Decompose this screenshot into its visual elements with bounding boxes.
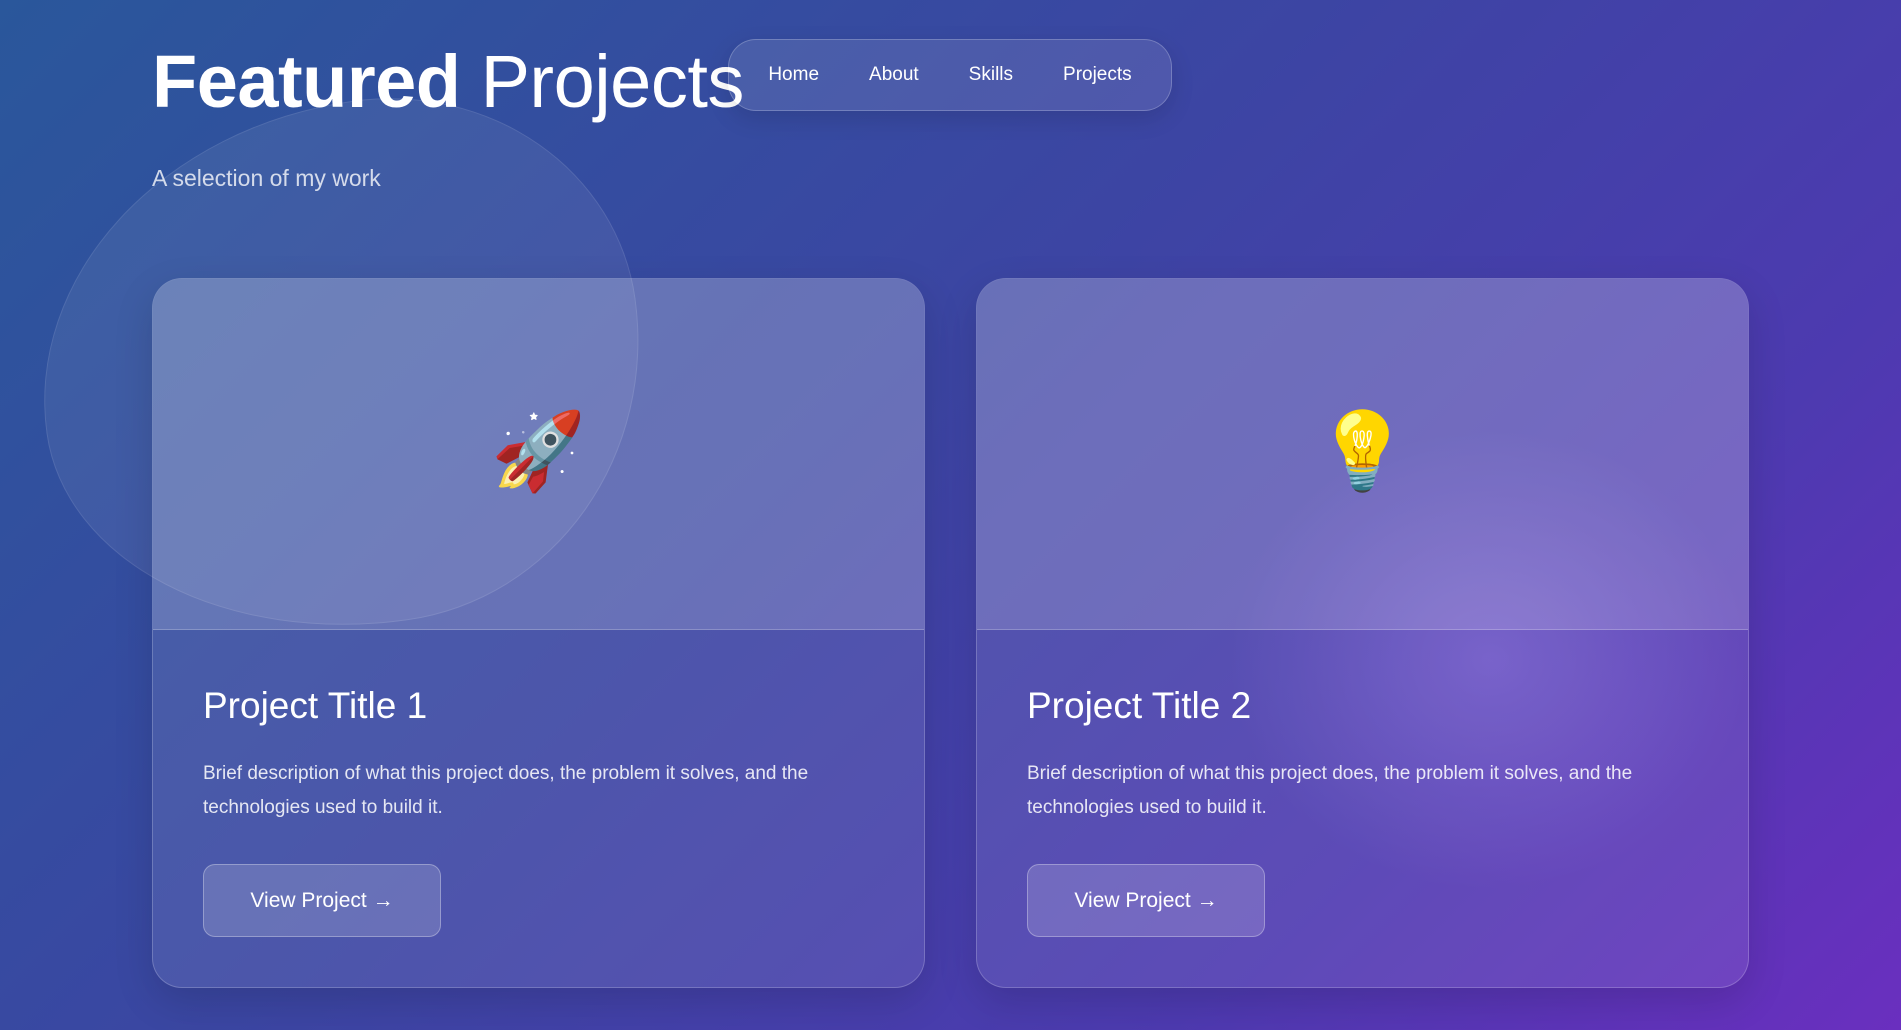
project-card-description: Brief description of what this project d… xyxy=(1027,763,1633,818)
nav-link-skills[interactable]: Skills xyxy=(969,64,1013,86)
project-card-2: 💡 Project Title 2 Brief description of w… xyxy=(976,278,1749,988)
lightbulb-icon: 💡 xyxy=(1315,409,1410,494)
project-card-image: 🚀 xyxy=(153,279,924,630)
page-title: Featured Projects xyxy=(152,36,744,128)
project-card-description: Brief description of what this project d… xyxy=(203,763,809,818)
page-subtitle: A selection of my work xyxy=(152,165,381,191)
page-title-light: Projects xyxy=(480,40,745,123)
nav-link-about[interactable]: About xyxy=(869,64,919,86)
navbar: Home About Skills Projects xyxy=(728,39,1172,111)
page-title-bold: Featured xyxy=(152,40,461,123)
project-card-title: Project Title 2 xyxy=(1027,685,1252,726)
project-card-image: 💡 xyxy=(977,279,1748,630)
view-project-button[interactable]: View Project → xyxy=(203,864,441,937)
nav-link-projects[interactable]: Projects xyxy=(1063,64,1132,86)
page-background: Featured Projects Home About Skills Proj… xyxy=(0,0,1901,1030)
nav-link-home[interactable]: Home xyxy=(768,64,819,86)
project-card-title: Project Title 1 xyxy=(203,685,428,726)
view-project-button[interactable]: View Project → xyxy=(1027,864,1265,937)
rocket-icon: 🚀 xyxy=(491,409,586,494)
project-card-1: 🚀 Project Title 1 Brief description of w… xyxy=(152,278,925,988)
